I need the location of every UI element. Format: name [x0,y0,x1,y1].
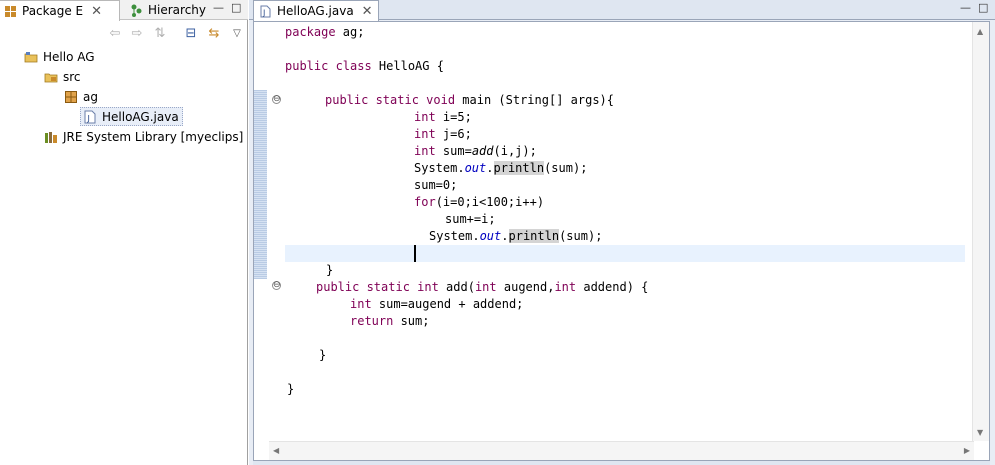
selection-range-indicator [254,90,267,279]
fold-collapse-icon[interactable]: ⊖ [272,95,281,104]
code-line: } [287,382,295,396]
java-file-icon: J [260,5,271,17]
code-line: public class HelloAG { [285,59,444,73]
code-line: System.out.println(sum); [414,161,588,175]
code-line: } [319,348,327,362]
scroll-up-icon[interactable]: ▲ [977,27,983,36]
close-icon[interactable]: ✕ [362,4,373,19]
link-with-editor-icon[interactable]: ⇆ [206,25,222,41]
horizontal-scrollbar[interactable]: ◀ ▶ [269,441,974,460]
svg-text:J: J [262,8,265,17]
collapse-all-icon[interactable]: ⊟ [183,25,199,41]
close-icon[interactable]: ✕ [91,4,102,19]
project-folder-icon [24,51,38,62]
view-menu-icon[interactable]: ▽ [229,25,245,41]
code-line: package ag; [285,25,365,39]
tab-hierarchy-label: Hierarchy [148,3,207,17]
java-editor[interactable]: ⊖ ⊖ package ag; public class HelloAG { p… [253,21,990,461]
text-caret [414,245,416,262]
library-icon [45,131,57,143]
code-line: for(i=0;i<100;i++) [414,195,545,209]
tree-item-project[interactable]: Hello AG [24,47,95,66]
forward-icon[interactable]: ⇨ [129,25,145,41]
code-line: public static void main (String[] args){ [325,93,614,107]
fold-collapse-icon[interactable]: ⊖ [272,281,281,290]
editor-area: J HelloAG.java ✕ — □ ⊖ ⊖ package ag; pub… [249,0,995,465]
scroll-left-icon[interactable]: ◀ [273,446,279,455]
tab-helloag-java-label: HelloAG.java [277,4,354,18]
left-tab-bar: Package E ✕ Hierarchy — □ [0,0,248,21]
tree-item-label: Hello AG [43,49,95,64]
minimize-icon[interactable]: — [213,2,224,13]
current-line-highlight [285,245,965,262]
code-line: sum+=i; [445,212,496,226]
code-line: int j=6; [414,127,472,141]
code-line: int i=5; [414,110,472,124]
vertical-scrollbar[interactable]: ▲ ▼ [972,22,989,441]
code-line: System.out.println(sum); [429,229,603,243]
maximize-icon[interactable]: □ [231,2,242,13]
package-explorer-panel: Package E ✕ Hierarchy — □ ⇦ ⇨ ⇅ ⊟ ⇆ ▽ He… [0,0,248,465]
java-file-icon: J [84,110,96,123]
folding-column: ⊖ ⊖ [269,22,285,441]
tree-item-package-ag[interactable]: ag [64,87,98,106]
svg-text:J: J [87,114,90,123]
code-area[interactable]: package ag; public class HelloAG { publi… [285,22,965,441]
tree-item-label: src [63,69,81,84]
tree-item-label: HelloAG.java [102,109,179,124]
bottom-panel-edge [253,461,990,465]
code-line: int sum=augend + addend; [350,297,524,311]
tab-package-explorer-label: Package E [22,4,84,18]
tab-helloag-java[interactable]: J HelloAG.java ✕ [253,0,379,21]
code-line: sum=0; [414,178,458,192]
tab-hierarchy[interactable]: Hierarchy [126,0,208,20]
code-line: int sum=add(i,j); [414,144,537,158]
tree-item-jre-library[interactable]: JRE System Library [myeclips] [44,127,243,146]
tab-package-explorer[interactable]: Package E ✕ [0,0,120,21]
package-explorer-icon [5,5,16,17]
hierarchy-icon [131,4,142,17]
vertical-ruler [254,22,269,441]
code-line: return sum; [350,314,430,328]
tree-item-label: ag [83,89,98,104]
code-line: public static int add(int augend,int add… [316,280,649,294]
package-explorer-toolbar: ⇦ ⇨ ⇅ ⊟ ⇆ ▽ [0,21,248,45]
tree-item-helloag-java[interactable]: J HelloAG.java [80,107,183,126]
minimize-icon[interactable]: — [960,2,971,13]
back-icon[interactable]: ⇦ [107,25,123,41]
tree-item-src[interactable]: src [44,67,81,86]
package-icon [65,90,77,103]
code-line: } [326,263,334,277]
maximize-icon[interactable]: □ [978,2,989,13]
up-icon[interactable]: ⇅ [152,25,168,41]
scroll-right-icon[interactable]: ▶ [964,446,970,455]
scroll-down-icon[interactable]: ▼ [977,428,983,437]
tree-item-label: JRE System Library [myeclips] [63,129,244,144]
editor-tab-bar: J HelloAG.java ✕ — □ [249,0,995,21]
source-folder-icon [44,73,58,82]
